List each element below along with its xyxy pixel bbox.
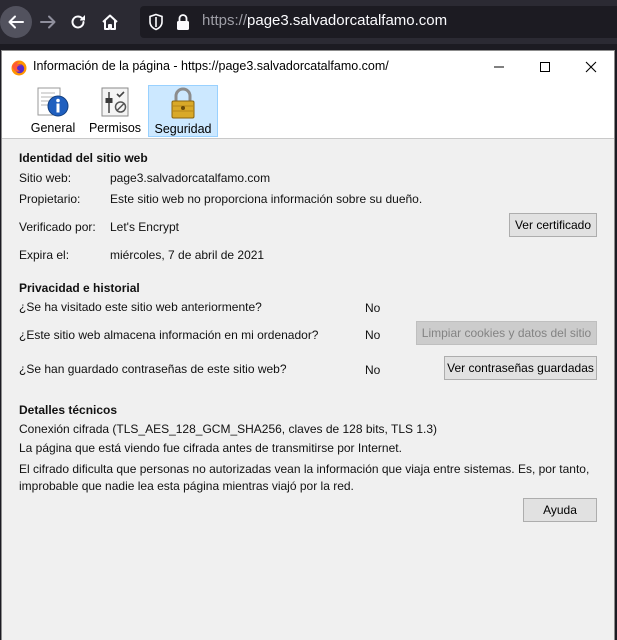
site-label: Sitio web:	[19, 171, 72, 185]
identity-heading: Identidad del sitio web	[19, 151, 148, 165]
dialog-tab-bar: General Permisos Seguridad	[2, 83, 614, 139]
home-icon	[102, 14, 118, 30]
dialog-titlebar: Información de la página - https://page3…	[2, 51, 614, 83]
stores-data-answer: No	[365, 328, 381, 342]
url-scheme: https://	[202, 12, 248, 29]
tracking-shield-icon[interactable]	[148, 13, 164, 31]
url-bar[interactable]: https://page3.salvadorcatalfamo.com	[140, 6, 617, 38]
expires-label: Expira el:	[19, 248, 70, 262]
privacy-heading: Privacidad e historial	[19, 281, 140, 295]
dialog-title: Información de la página - https://page3…	[33, 59, 389, 73]
encryption-explanation-line1: El cifrado dificulta que personas no aut…	[19, 462, 590, 476]
tab-permisos-label: Permisos	[88, 121, 142, 135]
reload-button[interactable]	[62, 6, 94, 38]
minimize-button[interactable]	[476, 51, 522, 83]
maximize-icon	[540, 62, 550, 72]
close-button[interactable]	[568, 51, 614, 83]
close-icon	[585, 61, 597, 73]
owner-value: Este sitio web no proporciona informació…	[110, 192, 423, 206]
help-button[interactable]: Ayuda	[523, 498, 597, 522]
verified-label: Verificado por:	[19, 220, 96, 234]
stores-data-question: ¿Este sitio web almacena información en …	[19, 328, 319, 342]
padlock-icon	[171, 87, 195, 119]
forward-button[interactable]	[32, 6, 64, 38]
clear-cookies-button[interactable]: Limpiar cookies y datos del sitio	[416, 321, 597, 345]
tab-general-label: General	[30, 121, 76, 135]
tab-permisos[interactable]: Permisos	[86, 83, 144, 137]
expires-value: miércoles, 7 de abril de 2021	[110, 248, 265, 262]
visited-answer: No	[365, 301, 381, 315]
security-panel: Identidad del sitio web Sitio web: page3…	[2, 139, 614, 640]
verified-value: Let's Encrypt	[110, 220, 179, 234]
back-arrow-icon	[8, 15, 24, 29]
lock-icon[interactable]	[176, 13, 190, 31]
permissions-icon	[101, 87, 129, 117]
encrypted-notice-text: La página que está viendo fue cifrada an…	[19, 441, 402, 455]
info-icon	[37, 87, 69, 117]
tab-general[interactable]: General	[28, 83, 78, 137]
firefox-icon	[11, 60, 27, 76]
back-button[interactable]	[0, 6, 32, 38]
page-info-dialog: Información de la página - https://page3…	[1, 50, 615, 640]
encryption-explanation-line2: improbable que nadie lea esta página mie…	[19, 479, 354, 493]
technical-heading: Detalles técnicos	[19, 403, 118, 417]
connection-cipher-text: Conexión cifrada (TLS_AES_128_GCM_SHA256…	[19, 422, 438, 436]
url-text[interactable]: https://page3.salvadorcatalfamo.com	[202, 12, 447, 29]
reload-icon	[71, 15, 85, 29]
maximize-button[interactable]	[522, 51, 568, 83]
visited-question: ¿Se ha visitado este sitio web anteriorm…	[19, 300, 262, 314]
url-host: page3.salvadorcatalfamo.com	[247, 12, 448, 29]
home-button[interactable]	[94, 6, 126, 38]
tab-seguridad-label: Seguridad	[154, 122, 212, 136]
tab-seguridad[interactable]: Seguridad	[148, 85, 218, 137]
site-value: page3.salvadorcatalfamo.com	[110, 171, 271, 185]
passwords-question: ¿Se han guardado contraseñas de este sit…	[19, 362, 287, 376]
passwords-answer: No	[365, 363, 381, 377]
view-certificate-button[interactable]: Ver certificado	[509, 213, 597, 237]
forward-arrow-icon	[40, 15, 56, 29]
view-saved-passwords-button[interactable]: Ver contraseñas guardadas	[444, 356, 597, 380]
browser-toolbar: https://page3.salvadorcatalfamo.com	[0, 0, 617, 44]
owner-label: Propietario:	[19, 192, 81, 206]
minimize-icon	[494, 66, 504, 68]
